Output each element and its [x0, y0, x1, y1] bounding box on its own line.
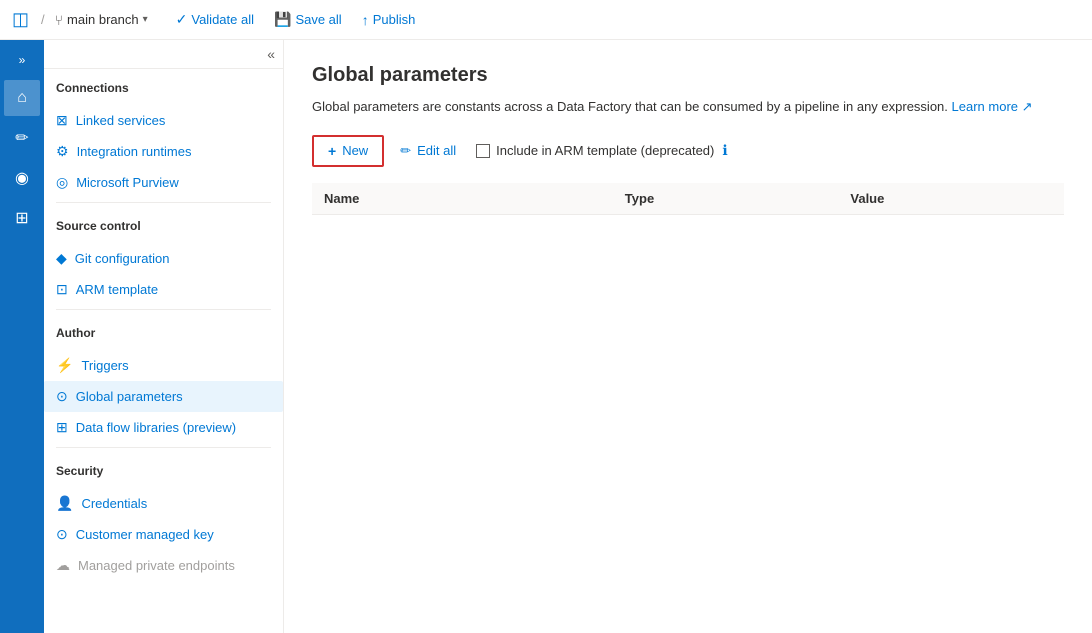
- sidebar-item-label: Global parameters: [76, 389, 183, 404]
- divider-2: [56, 309, 271, 310]
- sidebar-item-label: Microsoft Purview: [76, 175, 179, 190]
- data-flow-icon: ⊞: [56, 419, 68, 436]
- sidebar-item-global-parameters[interactable]: ⊙ Global parameters: [44, 381, 283, 412]
- sidebar-item-managed-private-endpoints: ☁ Managed private endpoints: [44, 550, 283, 581]
- edit-icon: ✏: [400, 143, 411, 159]
- private-endpoints-icon: ☁: [56, 557, 70, 574]
- integration-runtimes-icon: ⚙: [56, 143, 69, 160]
- parameters-table: Name Type Value: [312, 183, 1064, 215]
- sidebar-item-label: Triggers: [81, 358, 128, 373]
- edit-all-label: Edit all: [417, 143, 456, 158]
- sidebar-item-data-flow-libraries[interactable]: ⊞ Data flow libraries (preview): [44, 412, 283, 443]
- sidebar-collapse-area: «: [44, 40, 283, 69]
- source-control-section-title: Source control: [56, 219, 271, 233]
- credentials-icon: 👤: [56, 495, 73, 512]
- divider-1: [56, 202, 271, 203]
- author-section-title: Author: [56, 326, 271, 340]
- edit-all-button[interactable]: ✏ Edit all: [388, 137, 468, 165]
- column-value: Value: [838, 183, 1064, 215]
- page-description: Global parameters are constants across a…: [312, 97, 1064, 117]
- security-section-title: Security: [56, 464, 271, 478]
- sidebar-item-label: Integration runtimes: [77, 144, 192, 159]
- sidebar-collapse-button[interactable]: «: [267, 46, 275, 62]
- sidebar-item-label: ARM template: [76, 282, 158, 297]
- sidebar-item-label: Linked services: [76, 113, 166, 128]
- sidebar-section-security: Security: [44, 452, 283, 488]
- branch-name: main branch: [67, 12, 139, 27]
- info-icon[interactable]: ℹ: [722, 142, 727, 159]
- save-label: Save all: [295, 12, 341, 27]
- plus-icon: +: [328, 143, 336, 159]
- connections-section-title: Connections: [56, 81, 271, 95]
- topbar: ◫ / ⑂ main branch ▾ ✓ Validate all 💾 Sav…: [0, 0, 1092, 40]
- sidebar-item-credentials[interactable]: 👤 Credentials: [44, 488, 283, 519]
- app-logo: ◫: [12, 9, 29, 30]
- topbar-actions: ✓ Validate all 💾 Save all ↑ Publish: [168, 7, 424, 32]
- new-button[interactable]: + New: [312, 135, 384, 167]
- purview-icon: ◎: [56, 174, 68, 191]
- divider-3: [56, 447, 271, 448]
- rail-expand-button[interactable]: »: [4, 48, 40, 72]
- git-icon: ◆: [56, 250, 67, 267]
- sidebar-section-connections: Connections: [44, 69, 283, 105]
- page-title: Global parameters: [312, 64, 1064, 87]
- sidebar-section-source-control: Source control: [44, 207, 283, 243]
- sidebar-item-microsoft-purview[interactable]: ◎ Microsoft Purview: [44, 167, 283, 198]
- rail-edit-icon[interactable]: ✏: [4, 120, 40, 156]
- global-params-icon: ⊙: [56, 388, 68, 405]
- learn-more-link[interactable]: Learn more ↗: [952, 99, 1033, 114]
- column-name: Name: [312, 183, 613, 215]
- rail-monitor-icon[interactable]: ◉: [4, 160, 40, 196]
- external-link-icon: ↗: [1022, 99, 1033, 114]
- triggers-icon: ⚡: [56, 357, 73, 374]
- rail-manage-icon[interactable]: ⊞: [4, 200, 40, 236]
- sidebar-item-git-configuration[interactable]: ◆ Git configuration: [44, 243, 283, 274]
- branch-icon: ⑂: [55, 12, 63, 28]
- arm-template-checkbox[interactable]: [476, 144, 490, 158]
- main-layout: » ⌂ ✏ ◉ ⊞ « Connections ⊠ Linked service…: [0, 40, 1092, 633]
- table-header: Name Type Value: [312, 183, 1064, 215]
- sidebar: « Connections ⊠ Linked services ⚙ Integr…: [44, 40, 284, 633]
- save-all-button[interactable]: 💾 Save all: [266, 7, 350, 32]
- branch-selector[interactable]: ⑂ main branch ▾: [55, 12, 148, 28]
- publish-icon: ↑: [362, 12, 369, 28]
- new-button-label: New: [342, 143, 368, 158]
- validate-icon: ✓: [176, 11, 188, 28]
- arm-icon: ⊡: [56, 281, 68, 298]
- sidebar-item-arm-template[interactable]: ⊡ ARM template: [44, 274, 283, 305]
- rail-home-icon[interactable]: ⌂: [4, 80, 40, 116]
- validate-label: Validate all: [191, 12, 254, 27]
- sidebar-item-linked-services[interactable]: ⊠ Linked services: [44, 105, 283, 136]
- table-header-row: Name Type Value: [312, 183, 1064, 215]
- sidebar-item-triggers[interactable]: ⚡ Triggers: [44, 350, 283, 381]
- content-area: Global parameters Global parameters are …: [284, 40, 1092, 633]
- sidebar-item-label: Data flow libraries (preview): [76, 420, 236, 435]
- linked-services-icon: ⊠: [56, 112, 68, 129]
- branch-chevron-icon: ▾: [143, 14, 148, 25]
- toolbar: + New ✏ Edit all Include in ARM template…: [312, 135, 1064, 167]
- publish-label: Publish: [373, 12, 416, 27]
- arm-template-checkbox-group: Include in ARM template (deprecated) ℹ: [476, 142, 728, 159]
- sidebar-item-customer-managed-key[interactable]: ⊙ Customer managed key: [44, 519, 283, 550]
- sidebar-item-label: Git configuration: [75, 251, 170, 266]
- arm-template-checkbox-label: Include in ARM template (deprecated): [496, 143, 714, 158]
- icon-rail: » ⌂ ✏ ◉ ⊞: [0, 40, 44, 633]
- validate-all-button[interactable]: ✓ Validate all: [168, 7, 262, 32]
- sidebar-item-label: Credentials: [81, 496, 147, 511]
- column-type: Type: [613, 183, 839, 215]
- breadcrumb-sep: /: [41, 12, 45, 27]
- key-icon: ⊙: [56, 526, 68, 543]
- publish-button[interactable]: ↑ Publish: [354, 8, 424, 32]
- sidebar-item-label: Managed private endpoints: [78, 558, 235, 573]
- sidebar-item-integration-runtimes[interactable]: ⚙ Integration runtimes: [44, 136, 283, 167]
- save-icon: 💾: [274, 11, 291, 28]
- sidebar-section-author: Author: [44, 314, 283, 350]
- sidebar-item-label: Customer managed key: [76, 527, 214, 542]
